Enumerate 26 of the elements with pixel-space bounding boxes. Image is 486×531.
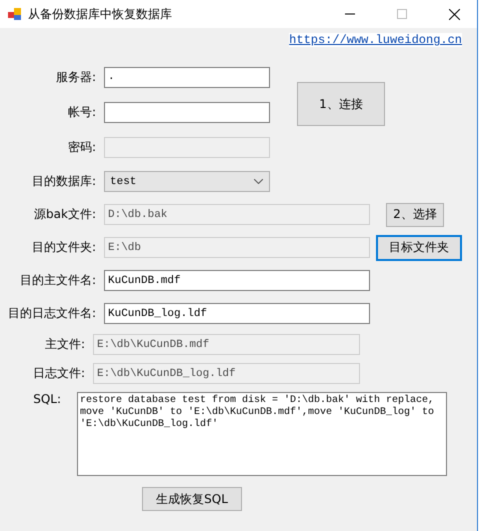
field-label: 日志文件: [32,365,86,382]
app-icon [8,7,22,21]
browse-button[interactable]: 2、选择 [386,202,444,226]
input-field[interactable]: KuCunDB.mdf [104,270,370,291]
website-link[interactable]: https://www.luweidong.cn [289,33,462,47]
field-label: 目的数据库: [30,173,97,190]
chevron-down-icon [254,179,263,184]
input-field[interactable] [104,102,270,123]
sql-text-area[interactable]: restore database test from disk = 'D:\db.bak' with replace, move 'KuCunDB' to 'E:\db\KuCunDB.mdf',move 'KuCunDB_log' to 'E:\db\KuCunDB_log.ldf' [77,392,447,476]
field-label: 服务器: [54,68,97,86]
browse-button[interactable]: 目标文件夹 [376,234,462,260]
database-dropdown[interactable]: test [104,171,270,192]
generate-sql-button[interactable]: 生成恢复SQL [142,487,242,511]
field-label: 目的主文件名: [18,272,97,289]
field-label: 主文件: [44,336,86,353]
window-title: 从备份数据库中恢复数据库 [28,6,173,22]
field-label: 帐号: [66,104,97,121]
field-label: SQL: [32,392,62,406]
close-icon[interactable] [448,8,460,20]
input-field[interactable]: KuCunDB_log.ldf [104,303,370,324]
connect-button[interactable]: 1、连接 [297,82,385,126]
field-label: 目的日志文件名: [6,305,97,322]
field-label: 源bak文件: [33,206,97,223]
field-label: 密码: [66,139,97,156]
input-field[interactable]: . [104,66,270,88]
field-label: 目的文件夹: [30,239,97,256]
